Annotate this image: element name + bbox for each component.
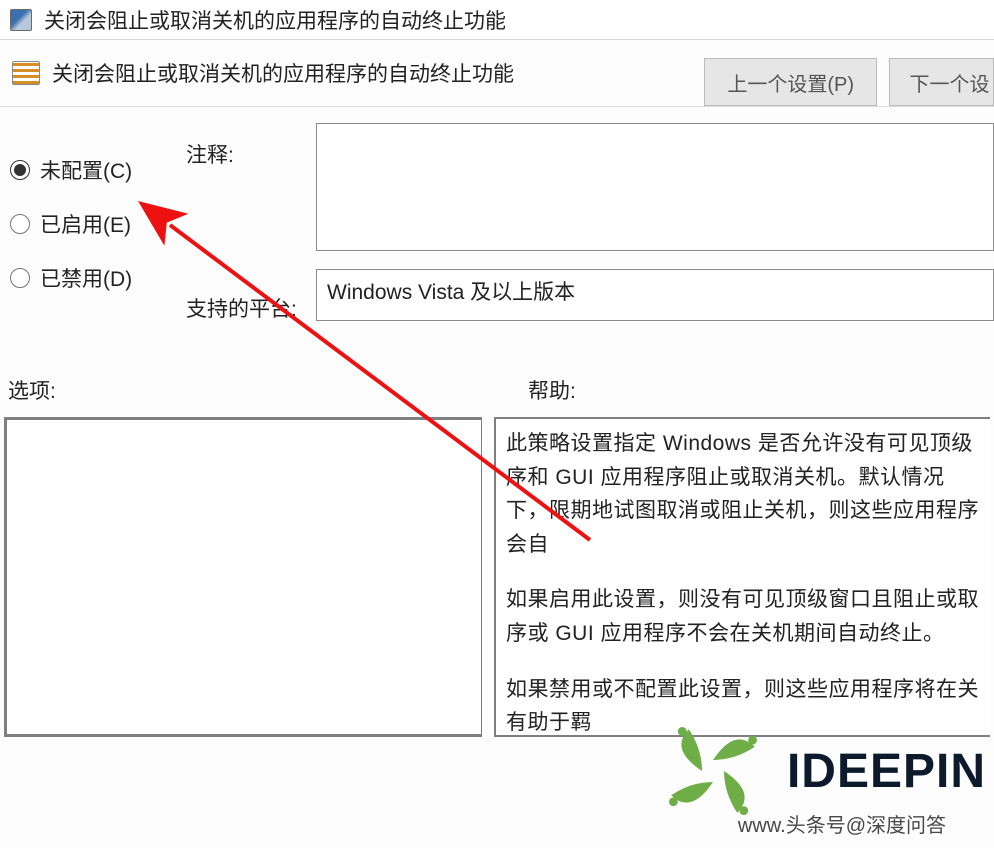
radio-not-configured-input[interactable] (10, 160, 30, 180)
options-heading: 选项: (8, 375, 528, 405)
panels-row: 此策略设置指定 Windows 是否允许没有可见顶级序和 GUI 应用程序阻止或… (0, 417, 994, 737)
nav-buttons: 上一个设置(P) 下一个设 (704, 40, 994, 106)
next-setting-button[interactable]: 下一个设 (889, 58, 994, 106)
help-panel: 此策略设置指定 Windows 是否允许没有可见顶级序和 GUI 应用程序阻止或… (494, 417, 990, 737)
policy-icon (12, 61, 40, 85)
radio-enabled[interactable]: 已启用(E) (6, 197, 186, 251)
options-panel (4, 417, 482, 737)
radio-enabled-label: 已启用(E) (40, 209, 131, 239)
help-paragraph-1: 此策略设置指定 Windows 是否允许没有可见顶级序和 GUI 应用程序阻止或… (506, 427, 984, 561)
radio-not-configured-label: 未配置(C) (40, 155, 132, 185)
config-section: 未配置(C) 已启用(E) 已禁用(D) 注释: 支持的平台: Windows … (0, 107, 994, 347)
radio-not-configured[interactable]: 未配置(C) (6, 143, 186, 197)
app-icon (10, 9, 32, 31)
window-titlebar: 关闭会阻止或取消关机的应用程序的自动终止功能 (0, 0, 994, 40)
help-paragraph-2: 如果启用此设置，则没有可见顶级窗口且阻止或取序或 GUI 应用程序不会在关机期间… (506, 583, 984, 650)
watermark: IDEEPIN www.头条号@深度问答 (653, 716, 986, 826)
supported-on-label: 支持的平台: (186, 293, 316, 323)
lower-headings: 选项: 帮助: (0, 347, 994, 417)
radio-disabled-input[interactable] (10, 268, 30, 288)
help-heading: 帮助: (528, 375, 576, 405)
policy-title: 关闭会阻止或取消关机的应用程序的自动终止功能 (52, 58, 514, 88)
supported-on-value: Windows Vista 及以上版本 (316, 269, 994, 321)
watermark-attribution: www.头条号@深度问答 (738, 809, 946, 838)
radio-disabled[interactable]: 已禁用(D) (6, 251, 186, 305)
radio-enabled-input[interactable] (10, 214, 30, 234)
previous-setting-button[interactable]: 上一个设置(P) (704, 58, 877, 106)
field-labels: 注释: 支持的平台: (186, 117, 316, 347)
state-radio-group: 未配置(C) 已启用(E) 已禁用(D) (6, 117, 186, 347)
field-values: Windows Vista 及以上版本 (316, 117, 994, 347)
comment-label: 注释: (186, 139, 316, 169)
radio-disabled-label: 已禁用(D) (40, 263, 132, 293)
comment-textarea[interactable] (316, 123, 994, 251)
window-title: 关闭会阻止或取消关机的应用程序的自动终止功能 (44, 5, 506, 35)
watermark-brand: IDEEPIN (787, 744, 986, 799)
policy-header: 关闭会阻止或取消关机的应用程序的自动终止功能 上一个设置(P) 下一个设 (0, 40, 994, 107)
